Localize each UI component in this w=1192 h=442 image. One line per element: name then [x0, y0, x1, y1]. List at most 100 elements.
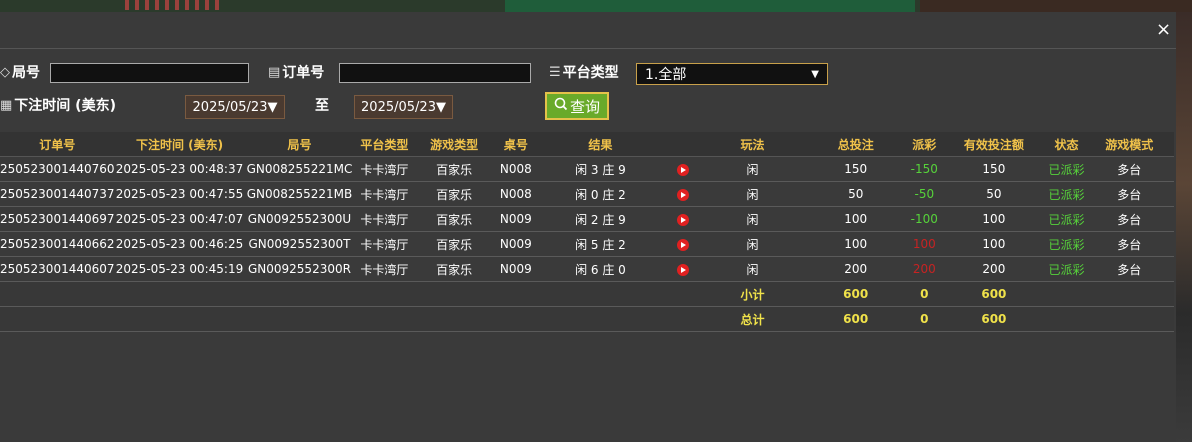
cell-game: 百家乐: [414, 206, 494, 232]
cell-time: 2025-05-23 00:46:25: [114, 231, 245, 257]
total-label: 总计: [702, 306, 803, 332]
col-table: 桌号: [493, 132, 538, 157]
tag-icon: ◇: [0, 64, 10, 80]
cell-status: 已派彩: [1048, 231, 1085, 257]
play-icon[interactable]: [676, 263, 689, 276]
play-icon[interactable]: [676, 188, 689, 201]
cell-platform: 卡卡湾厅: [354, 256, 415, 282]
background-bead-road: [125, 0, 225, 10]
table-row: 250523001440662 2025-05-23 00:46:25 GN00…: [0, 231, 1174, 257]
table-row: 250523001440607 2025-05-23 00:45:19 GN00…: [0, 256, 1174, 282]
table-row: 250523001440737 2025-05-23 00:47:55 GN00…: [0, 181, 1174, 207]
cell-game: 百家乐: [414, 181, 494, 207]
order-filter-label: ▤ 订单号: [268, 64, 325, 82]
cell-round: GN0092552300T: [244, 231, 355, 257]
cell-platform: 卡卡湾厅: [354, 206, 415, 232]
col-status: 状态: [1048, 132, 1085, 157]
bet-history-table: 订单号 下注时间 (美东) 局号 平台类型 游戏类型 桌号 结果 玩法 总投注 …: [0, 132, 1174, 332]
total-payout: 0: [909, 306, 940, 332]
subtotal-row: 小计 600 0 600: [0, 281, 1174, 307]
date-to-select[interactable]: 2025/05/23▼: [354, 95, 453, 119]
background-video: [920, 0, 1192, 12]
cell-mode: 多台: [1084, 156, 1174, 182]
col-valid: 有效投注额: [939, 132, 1049, 157]
cell-platform: 卡卡湾厅: [354, 181, 415, 207]
col-round: 局号: [244, 132, 355, 157]
background-road-map: [505, 0, 915, 12]
cell-order: 250523001440607: [0, 256, 115, 282]
cell-game: 百家乐: [414, 256, 494, 282]
cell-time: 2025-05-23 00:47:55: [114, 181, 245, 207]
cell-mode: 多台: [1084, 206, 1174, 232]
bet-history-dialog: × ◇ 局号 ▤ 订单号 ☰ 平台类型 1.全部 ▼ ▦ 下注时间 (美东) 2…: [0, 12, 1176, 442]
cell-time: 2025-05-23 00:48:37: [114, 156, 245, 182]
cell-round: GN0092552300R: [244, 256, 355, 282]
cell-table: N008: [493, 156, 538, 182]
cell-video[interactable]: [663, 256, 703, 282]
cell-video[interactable]: [663, 181, 703, 207]
cell-status: 已派彩: [1048, 156, 1085, 182]
platform-select[interactable]: 1.全部 ▼: [636, 63, 828, 85]
cell-status: 已派彩: [1048, 206, 1085, 232]
subtotal-valid: 600: [939, 281, 1049, 307]
cell-table: N009: [493, 256, 538, 282]
to-label: 至: [315, 98, 329, 114]
cell-valid: 150: [939, 156, 1049, 182]
cell-time: 2025-05-23 00:45:19: [114, 256, 245, 282]
cell-play: 闲: [702, 181, 803, 207]
date-from-select[interactable]: 2025/05/23▼: [185, 95, 285, 119]
cell-round: GN008255221MB: [244, 181, 355, 207]
subtotal-payout: 0: [909, 281, 940, 307]
order-input[interactable]: [339, 63, 531, 83]
cell-result: 闲 5 庄 2: [537, 231, 664, 257]
col-play: 玩法: [702, 132, 803, 157]
cell-bet: 50: [802, 181, 910, 207]
close-button[interactable]: ×: [1156, 21, 1171, 39]
platform-filter-label: ☰ 平台类型: [549, 64, 619, 82]
col-video: [663, 132, 703, 157]
total-row: 总计 600 0 600: [0, 306, 1174, 332]
background-game-strip: [0, 0, 1192, 12]
cell-payout: -150: [909, 156, 940, 182]
round-input[interactable]: [50, 63, 249, 83]
col-bet: 总投注: [802, 132, 910, 157]
cell-mode: 多台: [1084, 231, 1174, 257]
subtotal-bet: 600: [802, 281, 910, 307]
cell-video[interactable]: [663, 206, 703, 232]
cell-game: 百家乐: [414, 156, 494, 182]
cell-status: 已派彩: [1048, 181, 1085, 207]
col-time: 下注时间 (美东): [114, 132, 245, 157]
cell-table: N009: [493, 231, 538, 257]
cell-result: 闲 6 庄 0: [537, 256, 664, 282]
cell-play: 闲: [702, 206, 803, 232]
cell-bet: 100: [802, 231, 910, 257]
query-button[interactable]: 查询: [545, 92, 609, 120]
cell-round: GN008255221MC: [244, 156, 355, 182]
total-valid: 600: [939, 306, 1049, 332]
play-icon[interactable]: [676, 163, 689, 176]
cell-game: 百家乐: [414, 231, 494, 257]
cell-status: 已派彩: [1048, 256, 1085, 282]
cell-mode: 多台: [1084, 256, 1174, 282]
cell-table: N008: [493, 181, 538, 207]
cell-video[interactable]: [663, 156, 703, 182]
table-row: 250523001440760 2025-05-23 00:48:37 GN00…: [0, 156, 1174, 182]
cell-order: 250523001440737: [0, 181, 115, 207]
dialog-header: ×: [0, 12, 1176, 49]
col-mode: 游戏模式: [1084, 132, 1174, 157]
cell-result: 闲 0 庄 2: [537, 181, 664, 207]
cell-play: 闲: [702, 256, 803, 282]
cell-video[interactable]: [663, 231, 703, 257]
play-icon[interactable]: [676, 238, 689, 251]
total-bet: 600: [802, 306, 910, 332]
cell-order: 250523001440662: [0, 231, 115, 257]
cell-table: N009: [493, 206, 538, 232]
play-icon[interactable]: [676, 213, 689, 226]
col-result: 结果: [537, 132, 664, 157]
cell-result: 闲 3 庄 9: [537, 156, 664, 182]
cell-bet: 100: [802, 206, 910, 232]
cell-bet: 150: [802, 156, 910, 182]
time-filter-label: ▦ 下注时间 (美东): [0, 97, 116, 115]
table-header-row: 订单号 下注时间 (美东) 局号 平台类型 游戏类型 桌号 结果 玩法 总投注 …: [0, 132, 1174, 157]
subtotal-label: 小计: [702, 281, 803, 307]
